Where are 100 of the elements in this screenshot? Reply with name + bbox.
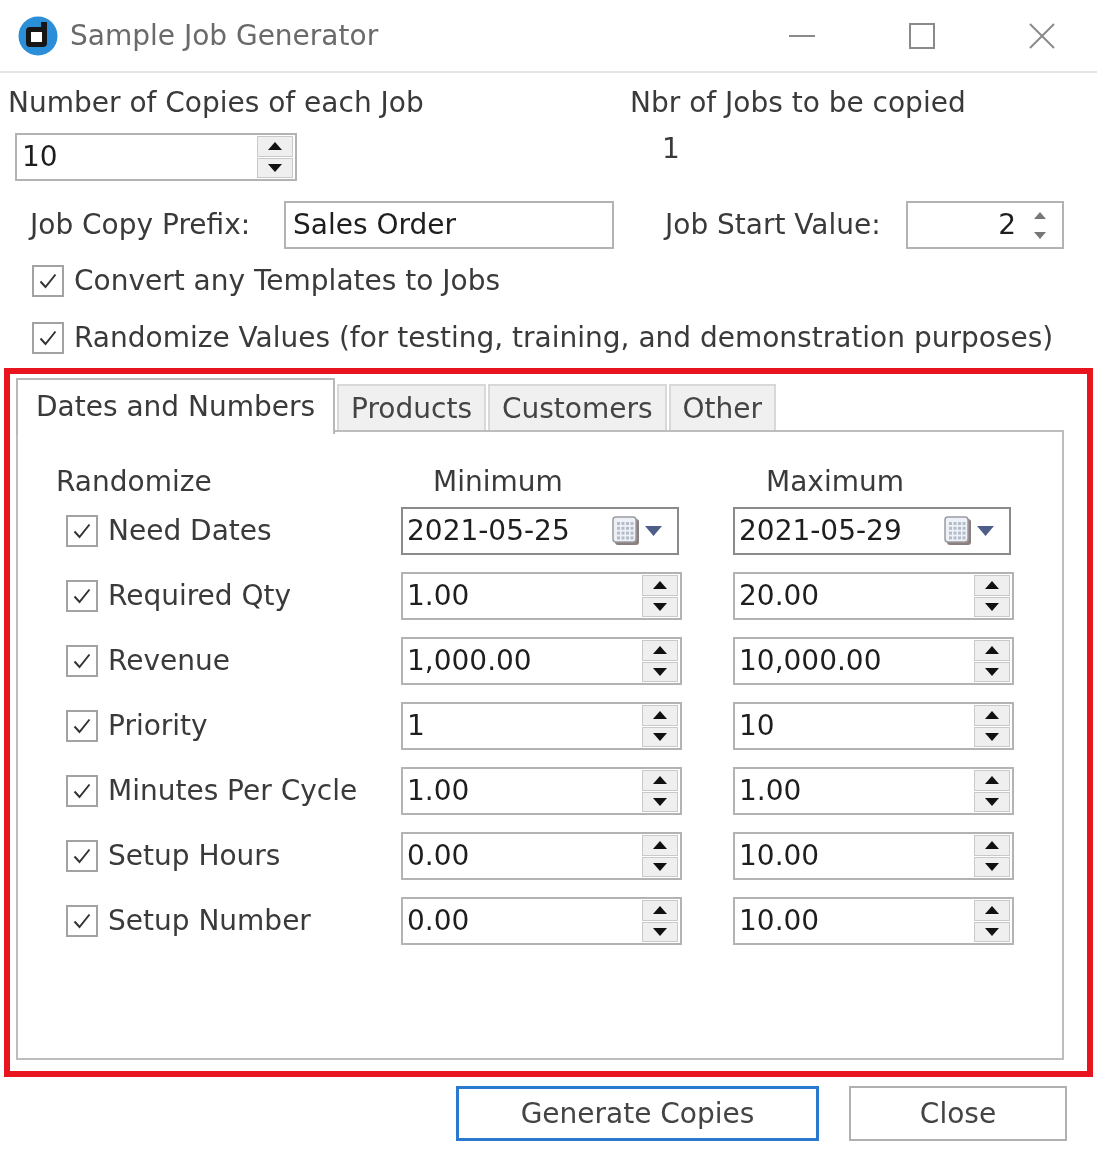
randomize-label: Setup Hours	[108, 840, 281, 872]
checkbox[interactable]	[66, 515, 98, 547]
checkbox[interactable]	[66, 840, 98, 872]
checkbox[interactable]	[66, 645, 98, 677]
check-icon	[73, 848, 91, 864]
randomize-label: Required Qty	[108, 580, 292, 612]
spin-down-button[interactable]	[974, 921, 1010, 942]
number-spin-field[interactable]: 1	[401, 702, 682, 750]
copies-label: Number of Copies of each Job	[8, 87, 424, 119]
caret-down-icon	[653, 602, 667, 611]
caret-up-icon	[653, 711, 667, 720]
option-label: Randomize Values (for testing, training, and demonstration purposes)	[74, 322, 1054, 354]
randomize-label: Setup Number	[108, 905, 311, 937]
caret-down-icon	[653, 797, 667, 806]
spin-down-button[interactable]	[642, 921, 678, 942]
caret-up-icon	[985, 841, 999, 850]
caret-up-icon	[653, 581, 667, 590]
job-count-value: 1	[662, 133, 680, 165]
calendar-icon[interactable]	[944, 516, 972, 546]
number-spin-field[interactable]: 1.00	[733, 767, 1014, 815]
caret-down-icon	[653, 927, 667, 936]
spin-down-button[interactable]	[642, 726, 678, 747]
checkbox[interactable]	[32, 322, 64, 354]
spin-up-button[interactable]	[642, 705, 678, 726]
spin-up-button[interactable]	[974, 900, 1010, 921]
spin-up-button[interactable]	[642, 770, 678, 791]
spin-down-button[interactable]	[974, 596, 1010, 617]
caret-down-icon	[985, 667, 999, 676]
caret-up-icon	[985, 906, 999, 915]
spin-down-button[interactable]	[642, 596, 678, 617]
spin-down-button[interactable]	[974, 726, 1010, 747]
spin-down-button[interactable]	[642, 791, 678, 812]
number-spin-field[interactable]: 10,000.00	[733, 637, 1014, 685]
app-logo-icon	[18, 15, 58, 56]
spin-up-button[interactable]	[974, 575, 1010, 596]
spin-down-button[interactable]	[642, 661, 678, 682]
number-spin-field[interactable]: 20.00	[733, 572, 1014, 620]
spin-up-button[interactable]	[974, 770, 1010, 791]
spin-up-button[interactable]	[642, 900, 678, 921]
checkbox[interactable]	[66, 905, 98, 937]
spin-up-button[interactable]	[642, 575, 678, 596]
number-spin-field[interactable]: 10.00	[733, 897, 1014, 945]
prefix-input[interactable]: Sales Order	[284, 201, 614, 249]
number-spin-field[interactable]: 1,000.00	[401, 637, 682, 685]
caret-down-icon	[268, 163, 282, 172]
spin-down-button[interactable]	[257, 157, 293, 178]
caret-down-icon	[985, 797, 999, 806]
calendar-icon[interactable]	[612, 516, 640, 546]
checkbox[interactable]	[66, 580, 98, 612]
column-header: Minimum	[433, 466, 563, 498]
copies-spin-field[interactable]: 10	[15, 133, 297, 181]
number-spin-field[interactable]: 1.00	[401, 767, 682, 815]
spin-up-button[interactable]	[974, 835, 1010, 856]
caret-up-icon	[985, 711, 999, 720]
spin-down-button[interactable]	[974, 791, 1010, 812]
spin-up-button[interactable]	[642, 640, 678, 661]
date-field[interactable]: 2021-05-25	[401, 507, 679, 555]
caret-down-icon	[653, 862, 667, 871]
tab[interactable]: Other	[668, 384, 777, 432]
caret-up-icon	[985, 646, 999, 655]
caret-up-icon	[653, 776, 667, 785]
dialog-button[interactable]: Generate Copies	[456, 1086, 819, 1141]
maximize-icon	[909, 22, 935, 49]
caret-up-icon	[985, 581, 999, 590]
date-field[interactable]: 2021-05-29	[733, 507, 1011, 555]
spin-down-button[interactable]	[974, 661, 1010, 682]
spin-up-button[interactable]	[257, 136, 293, 157]
number-spin-field[interactable]: 10	[733, 702, 1014, 750]
tab[interactable]: Customers	[487, 384, 667, 432]
check-icon	[73, 653, 91, 669]
checkbox[interactable]	[66, 710, 98, 742]
start-value-label: Job Start Value:	[665, 209, 881, 241]
column-header: Randomize	[56, 466, 212, 498]
spin-down-button[interactable]	[642, 856, 678, 877]
dropdown-caret-icon[interactable]	[977, 526, 994, 536]
number-spin-field[interactable]: 1.00	[401, 572, 682, 620]
number-spin-field[interactable]: 0.00	[401, 897, 682, 945]
tab[interactable]: Dates and Numbers	[16, 378, 336, 434]
dropdown-caret-icon[interactable]	[645, 526, 662, 536]
prefix-label: Job Copy Prefix:	[30, 209, 251, 241]
checkbox[interactable]	[66, 775, 98, 807]
caret-down-icon	[985, 602, 999, 611]
caret-up-icon	[653, 906, 667, 915]
minimize-icon	[789, 34, 815, 37]
caret-down-icon	[985, 862, 999, 871]
close-icon	[1029, 22, 1055, 49]
column-header: Maximum	[766, 466, 904, 498]
check-icon	[73, 588, 91, 604]
spin-down-button[interactable]	[974, 856, 1010, 877]
caret-up-icon	[1034, 211, 1046, 219]
number-spin-field[interactable]: 10.00	[733, 832, 1014, 880]
number-spin-field[interactable]: 0.00	[401, 832, 682, 880]
window-title: Sample Job Generator	[70, 19, 379, 52]
spin-up-button[interactable]	[974, 705, 1010, 726]
job-count-label: Nbr of Jobs to be copied	[630, 87, 966, 119]
dialog-button[interactable]: Close	[849, 1086, 1067, 1141]
tab[interactable]: Products	[337, 384, 486, 432]
spin-up-button[interactable]	[642, 835, 678, 856]
checkbox[interactable]	[32, 265, 64, 297]
spin-up-button[interactable]	[974, 640, 1010, 661]
